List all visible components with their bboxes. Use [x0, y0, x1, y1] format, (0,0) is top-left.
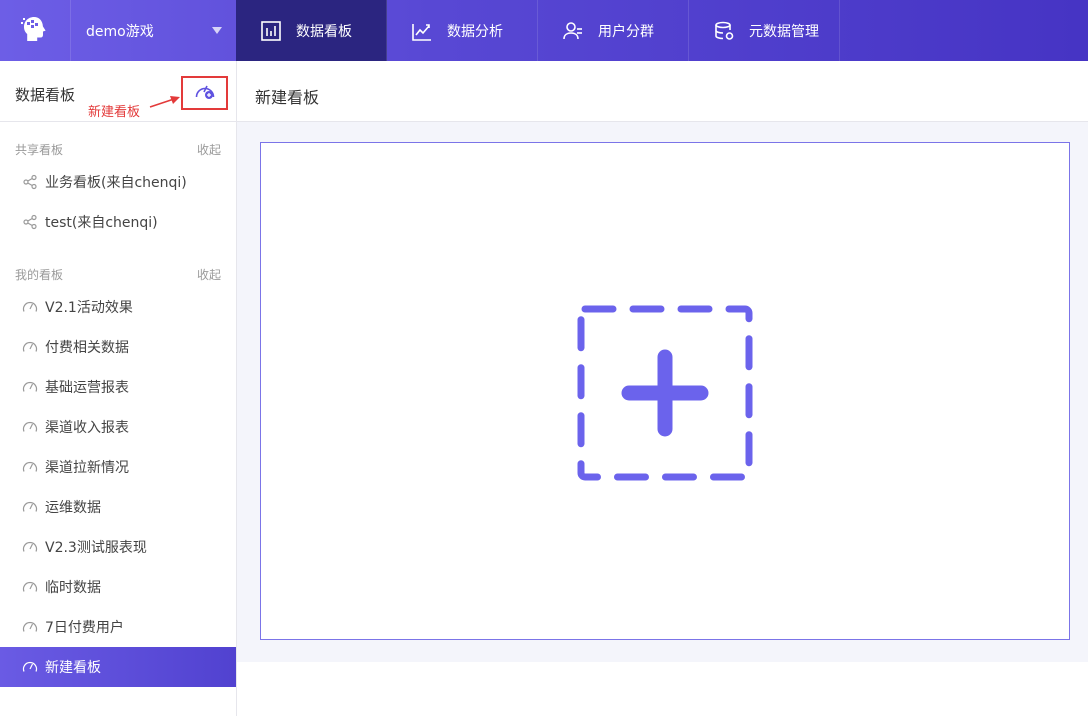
- bar-chart-icon: [260, 20, 282, 42]
- gauge-icon: [22, 619, 38, 635]
- gauge-icon: [22, 379, 38, 395]
- my-boards-header: 我的看板 收起: [0, 257, 236, 287]
- sidebar-item-board[interactable]: V2.1活动效果: [0, 287, 236, 327]
- game-selector-label: demo游戏: [86, 23, 154, 40]
- gauge-icon: [22, 539, 38, 555]
- sidebar-item-board[interactable]: 临时数据: [0, 567, 236, 607]
- nav-item-analysis[interactable]: 数据分析: [387, 0, 538, 61]
- add-widget-button[interactable]: [577, 305, 753, 481]
- add-widget-icon: [577, 305, 753, 485]
- gauge-icon: [22, 579, 38, 595]
- sidebar-item-board[interactable]: 7日付费用户: [0, 607, 236, 647]
- nav-item-metadata[interactable]: 元数据管理: [689, 0, 840, 61]
- sidebar-item-board[interactable]: 渠道收入报表: [0, 407, 236, 447]
- sidebar-item-label: 基础运营报表: [45, 380, 129, 396]
- nav-item-user-segments[interactable]: 用户分群: [538, 0, 689, 61]
- top-navigation-bar: demo游戏 数据看板 数据分析 用户分群 元数据管理: [0, 0, 1088, 61]
- database-icon: [713, 20, 735, 42]
- trend-chart-icon: [411, 20, 433, 42]
- sidebar-item-label: 渠道收入报表: [45, 420, 129, 436]
- annotation-arrow-icon: [148, 94, 182, 113]
- sidebar-item-label: V2.3测试服表现: [45, 540, 147, 556]
- nav-item-label: 元数据管理: [749, 23, 819, 40]
- sidebar-item-board[interactable]: 付费相关数据: [0, 327, 236, 367]
- sidebar-title: 数据看板: [15, 86, 76, 104]
- game-selector[interactable]: demo游戏: [70, 0, 236, 61]
- sidebar-item-label: 运维数据: [45, 500, 101, 516]
- my-collapse-button[interactable]: 收起: [197, 266, 221, 283]
- sidebar-item-board[interactable]: 渠道拉新情况: [0, 447, 236, 487]
- users-icon: [562, 20, 584, 42]
- sidebar-header: 数据看板 新建看板: [0, 61, 236, 122]
- gauge-icon: [22, 459, 38, 475]
- share-icon: [22, 214, 38, 230]
- page-title: 新建看板: [255, 88, 320, 107]
- main-header: 新建看板: [237, 61, 1088, 122]
- gauge-icon: [22, 339, 38, 355]
- head-logo-icon: [20, 14, 50, 48]
- gauge-icon: [22, 419, 38, 435]
- sidebar: 数据看板 新建看板 共享看板 收起 业务看板(来自chenqi) test(来自…: [0, 61, 237, 716]
- app-logo[interactable]: [0, 0, 70, 61]
- main-nav: 数据看板 数据分析 用户分群 元数据管理: [236, 0, 840, 61]
- gauge-icon: [22, 659, 38, 675]
- new-board-annotation: 新建看板: [88, 105, 141, 120]
- sidebar-item-label: V2.1活动效果: [45, 300, 133, 316]
- sidebar-item-label: 业务看板(来自chenqi): [45, 175, 187, 191]
- dashboard-canvas: [260, 142, 1070, 640]
- dashboard-add-icon: [194, 81, 216, 105]
- sidebar-item-board[interactable]: 基础运营报表: [0, 367, 236, 407]
- nav-item-dashboard[interactable]: 数据看板: [236, 0, 387, 61]
- sidebar-item-shared[interactable]: 业务看板(来自chenqi): [0, 162, 236, 202]
- gauge-icon: [22, 299, 38, 315]
- new-board-button[interactable]: [181, 76, 228, 110]
- sidebar-item-shared[interactable]: test(来自chenqi): [0, 202, 236, 242]
- my-boards-label: 我的看板: [15, 268, 64, 282]
- sidebar-item-board[interactable]: 运维数据: [0, 487, 236, 527]
- nav-item-label: 用户分群: [598, 23, 654, 40]
- sidebar-item-label: 临时数据: [45, 580, 101, 596]
- sidebar-item-label: 渠道拉新情况: [45, 460, 129, 476]
- shared-boards-label: 共享看板: [15, 143, 64, 157]
- sidebar-item-label: test(来自chenqi): [45, 215, 158, 231]
- sidebar-item-board[interactable]: V2.3测试服表现: [0, 527, 236, 567]
- shared-boards-header: 共享看板 收起: [0, 132, 236, 162]
- my-boards-list: V2.1活动效果 付费相关数据 基础运营报表 渠道收入报表 渠道拉新情况 运维数据 V2.3…: [0, 287, 236, 687]
- sidebar-item-label: 付费相关数据: [45, 340, 129, 356]
- main-content: [237, 122, 1088, 662]
- share-icon: [22, 174, 38, 190]
- sidebar-item-label: 7日付费用户: [45, 620, 124, 636]
- caret-down-icon: [212, 27, 222, 34]
- gauge-icon: [22, 499, 38, 515]
- nav-item-label: 数据分析: [447, 23, 503, 40]
- shared-collapse-button[interactable]: 收起: [197, 141, 221, 158]
- nav-item-label: 数据看板: [296, 23, 352, 40]
- sidebar-item-board[interactable]: 新建看板: [0, 647, 236, 687]
- sidebar-item-label: 新建看板: [45, 660, 101, 676]
